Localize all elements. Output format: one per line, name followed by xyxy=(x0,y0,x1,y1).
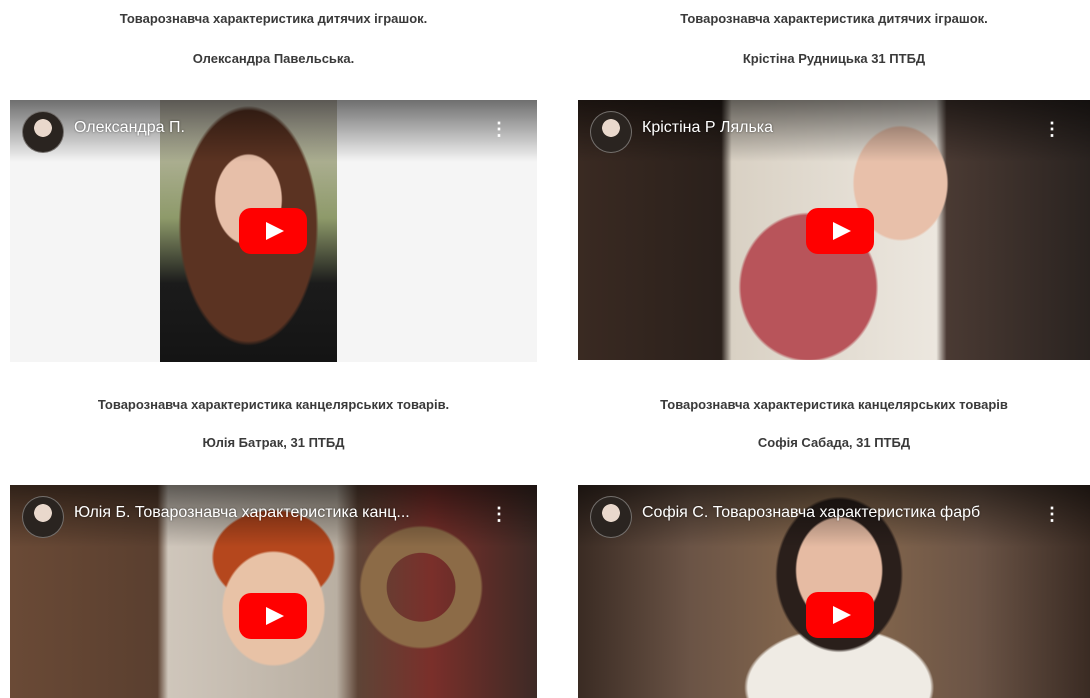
card-3-caption-author: Юлія Батрак, 31 ПТБД xyxy=(202,435,345,450)
channel-avatar-icon[interactable] xyxy=(22,496,64,538)
youtube-play-icon[interactable] xyxy=(806,592,874,638)
channel-avatar-icon[interactable] xyxy=(22,111,64,153)
more-vert-icon[interactable]: ⋮ xyxy=(1042,503,1062,525)
card-2-video-player[interactable]: Крістіна Р Лялька ⋮ xyxy=(578,100,1090,360)
card-4-video-player[interactable]: Софія С. Товарознавча характеристика фар… xyxy=(578,485,1090,698)
more-vert-icon[interactable]: ⋮ xyxy=(489,118,509,140)
card-1-video-title[interactable]: Олександра П. xyxy=(74,119,454,137)
youtube-play-icon[interactable] xyxy=(239,593,307,639)
channel-avatar-icon[interactable] xyxy=(590,496,632,538)
more-vert-icon[interactable]: ⋮ xyxy=(1042,118,1062,140)
card-4-caption-title: Товарознавча характеристика канцелярськи… xyxy=(660,397,1008,412)
card-3-caption-title: Товарознавча характеристика канцелярськи… xyxy=(97,397,450,412)
youtube-play-icon[interactable] xyxy=(239,208,307,254)
more-vert-icon[interactable]: ⋮ xyxy=(489,503,509,525)
card-3-video-title[interactable]: Юлія Б. Товарознавча характеристика канц… xyxy=(74,504,474,522)
card-1-video-player[interactable]: Олександра П. ⋮ xyxy=(10,100,537,362)
card-2-video-title[interactable]: Крістіна Р Лялька xyxy=(642,119,1022,137)
card-4-caption-author: Софія Сабада, 31 ПТБД xyxy=(757,435,911,450)
card-2-caption-author: Крістіна Рудницька 31 ПТБД xyxy=(742,51,926,66)
card-1-caption-author: Олександра Павельська. xyxy=(192,51,355,66)
card-2-caption-title: Товарознавча характеристика дитячих ігра… xyxy=(680,11,988,26)
card-1-caption-title: Товарознавча характеристика дитячих ігра… xyxy=(119,11,428,26)
channel-avatar-icon[interactable] xyxy=(590,111,632,153)
card-4-video-title[interactable]: Софія С. Товарознавча характеристика фар… xyxy=(642,504,1042,522)
youtube-play-icon[interactable] xyxy=(806,208,874,254)
card-3-video-player[interactable]: Юлія Б. Товарознавча характеристика канц… xyxy=(10,485,537,698)
